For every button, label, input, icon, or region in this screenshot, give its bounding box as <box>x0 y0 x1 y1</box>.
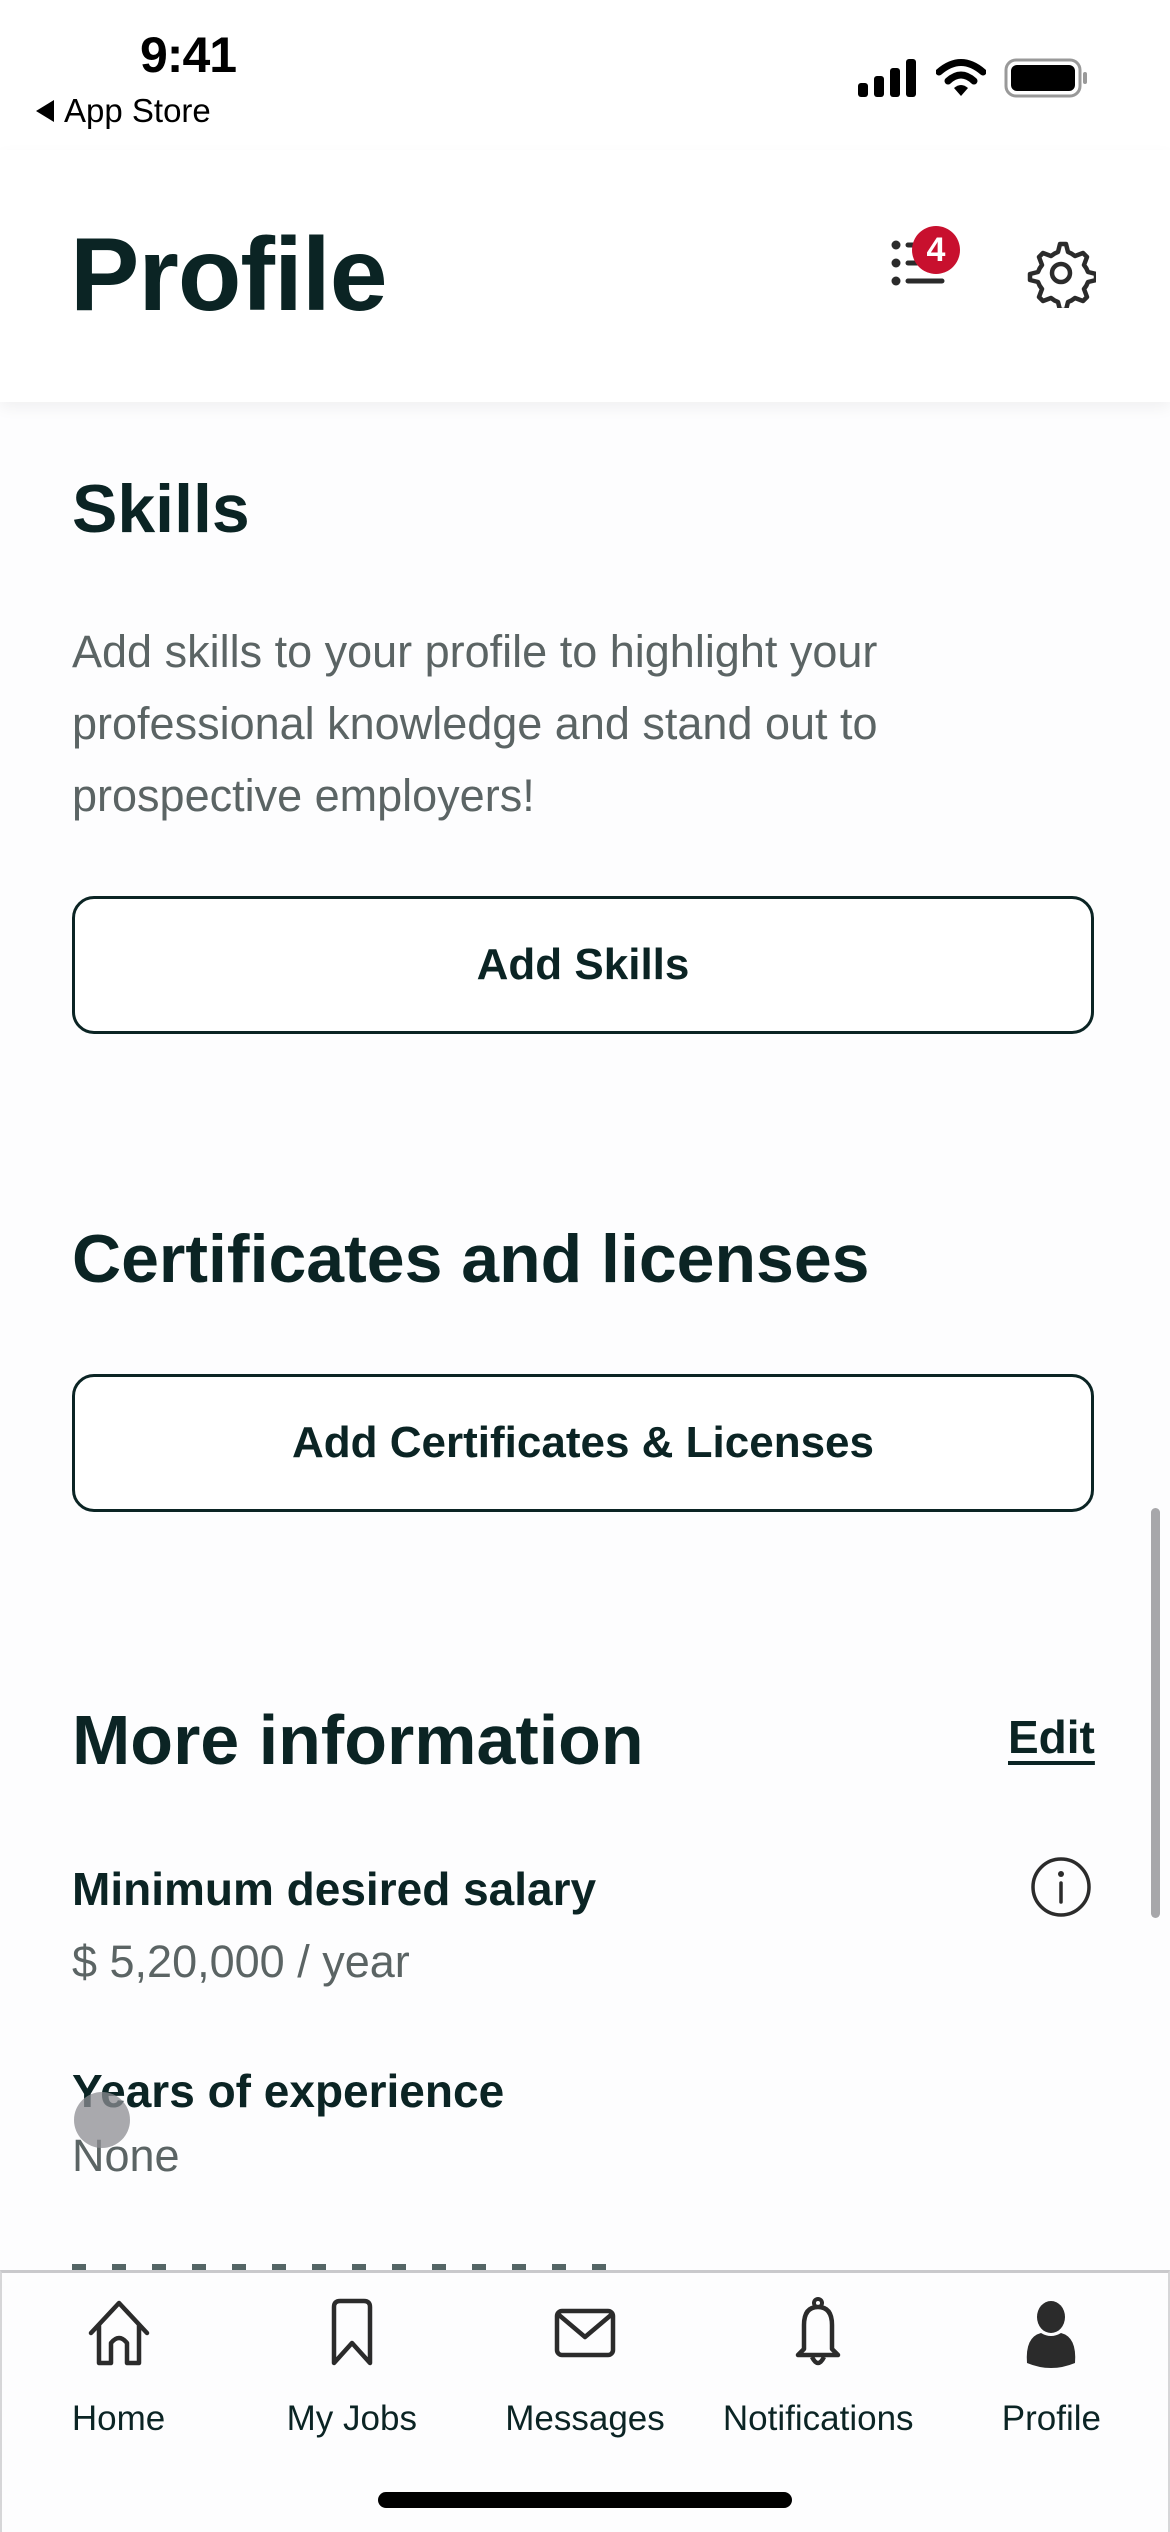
edit-more-information-link[interactable]: Edit <box>1008 1710 1095 1764</box>
add-certificates-button[interactable]: Add Certificates & Licenses <box>72 1374 1094 1512</box>
tab-my-jobs-label: My Jobs <box>286 2399 417 2438</box>
checklist-count-badge: 4 <box>912 226 960 274</box>
skills-heading: Skills <box>72 471 250 547</box>
tab-home[interactable]: Home <box>2 2293 235 2439</box>
touch-indicator <box>74 2092 130 2148</box>
status-bar: 9:41 App Store <box>0 0 1170 150</box>
home-icon <box>88 2300 149 2366</box>
wifi-icon <box>936 59 986 96</box>
person-icon <box>1027 2301 1076 2368</box>
skills-description: Add skills to your profile to highlight … <box>72 626 878 821</box>
status-icons <box>858 58 1088 98</box>
salary-label: Minimum desired salary <box>72 1863 597 1915</box>
salary-value: $ 5,20,000 / year <box>72 1936 410 1987</box>
tab-messages[interactable]: Messages <box>468 2293 701 2439</box>
salary-info-button[interactable] <box>1030 1856 1092 1918</box>
cellular-signal-icon <box>858 59 916 97</box>
info-icon <box>1031 1857 1091 1917</box>
gear-icon <box>1027 241 1099 313</box>
page-title: Profile <box>70 217 388 333</box>
bell-icon <box>795 2297 841 2366</box>
home-indicator[interactable] <box>378 2492 792 2508</box>
battery-icon <box>1004 58 1087 98</box>
tab-profile[interactable]: Profile <box>935 2293 1168 2439</box>
more-information-heading: More information <box>72 1701 644 1779</box>
tab-profile-label: Profile <box>1001 2399 1102 2438</box>
tab-home-label: Home <box>71 2399 166 2438</box>
certificates-heading: Certificates and licenses <box>72 1221 870 1297</box>
envelope-icon <box>554 2308 616 2358</box>
back-to-app-store[interactable]: App Store <box>36 92 211 130</box>
add-skills-button[interactable]: Add Skills <box>72 896 1094 1034</box>
bookmark-icon <box>331 2298 373 2366</box>
tab-messages-label: Messages <box>505 2399 665 2438</box>
status-time: 9:41 <box>140 27 237 83</box>
tab-notifications[interactable]: Notifications <box>702 2293 935 2439</box>
settings-button[interactable] <box>1026 238 1099 313</box>
back-app-label: App Store <box>64 92 211 129</box>
back-triangle-icon <box>36 100 54 122</box>
vertical-scrollbar[interactable] <box>1151 1508 1160 1918</box>
experience-label: Years of experience <box>72 2065 505 2117</box>
tab-my-jobs[interactable]: My Jobs <box>235 2293 468 2439</box>
page-header: Profile <box>0 150 1170 402</box>
tab-notifications-label: Notifications <box>722 2399 914 2438</box>
